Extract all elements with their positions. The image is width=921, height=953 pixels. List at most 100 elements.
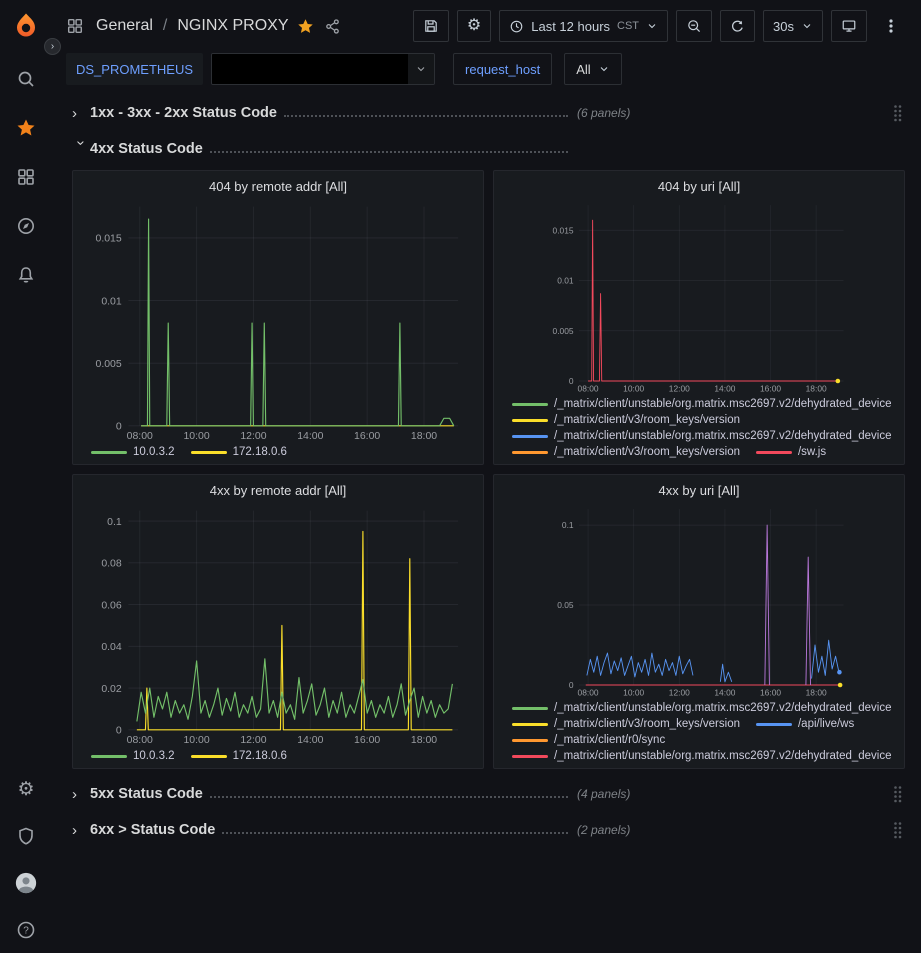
save-dashboard-button[interactable] xyxy=(413,10,449,42)
alerting-icon[interactable] xyxy=(15,264,37,286)
svg-text:0: 0 xyxy=(569,376,574,386)
panel-title[interactable]: 404 by remote addr [All] xyxy=(81,175,475,199)
dashboard-settings-button[interactable]: ⚙ xyxy=(457,10,491,42)
legend-item[interactable]: /_matrix/client/unstable/org.matrix.msc2… xyxy=(512,398,892,410)
svg-text:0.015: 0.015 xyxy=(553,225,574,235)
request-host-variable-label[interactable]: request_host xyxy=(453,53,552,85)
legend-series-color xyxy=(512,723,548,726)
legend-series-color xyxy=(512,451,548,454)
legend-series-label: 10.0.3.2 xyxy=(133,750,175,762)
breadcrumb-separator: / xyxy=(161,17,169,35)
svg-text:18:00: 18:00 xyxy=(806,688,827,698)
row-drag-handle-icon[interactable] xyxy=(890,102,905,124)
grafana-logo-icon[interactable] xyxy=(10,10,42,42)
dashboards-icon[interactable] xyxy=(15,166,37,188)
favorite-star-icon[interactable] xyxy=(297,18,314,35)
legend-series-label: /_matrix/client/v3/room_keys/version xyxy=(554,718,740,730)
legend-item[interactable]: /_matrix/client/unstable/org.matrix.msc2… xyxy=(512,750,892,762)
legend-item[interactable]: 10.0.3.2 xyxy=(91,750,175,762)
svg-text:0.08: 0.08 xyxy=(101,559,122,570)
svg-text:0.01: 0.01 xyxy=(557,276,574,286)
security-shield-icon[interactable] xyxy=(15,825,37,847)
help-icon[interactable]: ? xyxy=(15,919,37,941)
svg-text:?: ? xyxy=(23,926,29,937)
navbar-actions: ⚙ Last 12 hours CST 30s xyxy=(413,10,907,42)
svg-text:18:00: 18:00 xyxy=(411,735,437,746)
zoom-out-time-button[interactable] xyxy=(676,10,712,42)
chevron-right-icon: › xyxy=(72,105,90,122)
svg-text:14:00: 14:00 xyxy=(297,735,323,746)
sidebar-expand-button[interactable]: › xyxy=(44,38,61,55)
explore-icon[interactable] xyxy=(15,215,37,237)
row-header-5xx[interactable]: › 5xx Status Code (4 panels) xyxy=(72,779,905,809)
chevron-right-icon: › xyxy=(72,822,90,839)
time-series-chart[interactable]: 00.020.040.060.080.108:0010:0012:0014:00… xyxy=(81,503,475,746)
svg-text:0.1: 0.1 xyxy=(562,520,574,530)
panel-title[interactable]: 4xx by uri [All] xyxy=(502,479,896,503)
legend-item[interactable]: /_matrix/client/v3/room_keys/version xyxy=(512,718,740,730)
svg-text:18:00: 18:00 xyxy=(806,384,827,394)
dashboard-title[interactable]: NGINX PROXY xyxy=(177,17,288,35)
apps-grid-icon[interactable] xyxy=(66,17,84,35)
legend-item[interactable]: /_matrix/client/unstable/org.matrix.msc2… xyxy=(512,702,892,714)
time-series-chart[interactable]: 00.050.108:0010:0012:0014:0016:0018:00 xyxy=(502,503,896,698)
svg-text:16:00: 16:00 xyxy=(760,384,781,394)
legend-series-color xyxy=(512,435,548,438)
legend-item[interactable]: /_matrix/client/unstable/org.matrix.msc2… xyxy=(512,430,892,442)
svg-text:12:00: 12:00 xyxy=(240,735,266,746)
svg-text:18:00: 18:00 xyxy=(411,431,437,442)
tv-kiosk-mode-button[interactable] xyxy=(831,10,867,42)
row-header-4xx[interactable]: › 4xx Status Code xyxy=(72,134,905,164)
svg-text:0.005: 0.005 xyxy=(96,359,122,370)
time-picker-button[interactable]: Last 12 hours CST xyxy=(499,10,668,42)
request-host-variable-select[interactable]: All xyxy=(564,53,621,85)
legend-item[interactable]: 172.18.0.6 xyxy=(191,446,287,458)
legend-item[interactable]: 172.18.0.6 xyxy=(191,750,287,762)
legend-series-label: /api/live/ws xyxy=(798,718,854,730)
datasource-variable-label[interactable]: DS_PROMETHEUS xyxy=(66,53,203,85)
legend-series-label: /_matrix/client/unstable/org.matrix.msc2… xyxy=(554,702,892,714)
row-title: 6xx > Status Code xyxy=(90,822,215,838)
panel-title[interactable]: 4xx by remote addr [All] xyxy=(81,479,475,503)
refresh-interval-dropdown[interactable]: 30s xyxy=(763,10,823,42)
legend-series-label: /_matrix/client/r0/sync xyxy=(554,734,665,746)
time-series-chart[interactable]: 00.0050.010.01508:0010:0012:0014:0016:00… xyxy=(502,199,896,394)
svg-text:12:00: 12:00 xyxy=(669,688,690,698)
legend-item[interactable]: /api/live/ws xyxy=(756,718,854,730)
panel-title[interactable]: 404 by uri [All] xyxy=(502,175,896,199)
search-icon[interactable] xyxy=(15,68,37,90)
row-header-6xx[interactable]: › 6xx > Status Code (2 panels) xyxy=(72,815,905,845)
starred-icon[interactable] xyxy=(15,117,37,139)
breadcrumb-section[interactable]: General xyxy=(96,17,153,35)
legend-item[interactable]: /_matrix/client/r0/sync xyxy=(512,734,665,746)
time-series-chart[interactable]: 00.0050.010.01508:0010:0012:0014:0016:00… xyxy=(81,199,475,442)
more-options-kebab-icon[interactable] xyxy=(875,10,907,42)
legend-item[interactable]: /_matrix/client/v3/room_keys/version xyxy=(512,446,740,458)
legend-item[interactable]: 10.0.3.2 xyxy=(91,446,175,458)
chevron-right-icon: › xyxy=(72,786,90,803)
row-panel-count: (4 panels) xyxy=(577,787,630,801)
row-header-1xx-3xx-2xx[interactable]: › 1xx - 3xx - 2xx Status Code (6 panels) xyxy=(72,98,905,128)
legend-series-label: 10.0.3.2 xyxy=(133,446,175,458)
svg-text:16:00: 16:00 xyxy=(354,431,380,442)
legend-item[interactable]: /_matrix/client/v3/room_keys/version xyxy=(512,414,740,426)
legend-series-color xyxy=(756,723,792,726)
breadcrumb: General / NGINX PROXY xyxy=(66,17,341,35)
share-icon[interactable] xyxy=(324,18,341,35)
panel-legend: 10.0.3.2 172.18.0.6 xyxy=(81,746,475,762)
refresh-button[interactable] xyxy=(720,10,755,42)
row-panel-count: (2 panels) xyxy=(577,823,630,837)
request-host-variable-value: All xyxy=(576,62,590,77)
panel-legend: /_matrix/client/unstable/org.matrix.msc2… xyxy=(502,394,896,458)
row-drag-handle-icon[interactable] xyxy=(890,783,905,805)
legend-item[interactable]: /sw.js xyxy=(756,446,826,458)
datasource-variable-select[interactable] xyxy=(211,53,435,85)
svg-text:0.06: 0.06 xyxy=(101,600,122,611)
top-navbar: General / NGINX PROXY ⚙ xyxy=(52,0,921,52)
svg-text:10:00: 10:00 xyxy=(184,735,210,746)
settings-gear-icon[interactable]: ⚙ xyxy=(15,778,37,800)
main-area: General / NGINX PROXY ⚙ xyxy=(52,0,921,953)
user-avatar[interactable] xyxy=(15,872,37,894)
row-drag-handle-icon[interactable] xyxy=(890,819,905,841)
legend-series-label: /_matrix/client/unstable/org.matrix.msc2… xyxy=(554,750,892,762)
